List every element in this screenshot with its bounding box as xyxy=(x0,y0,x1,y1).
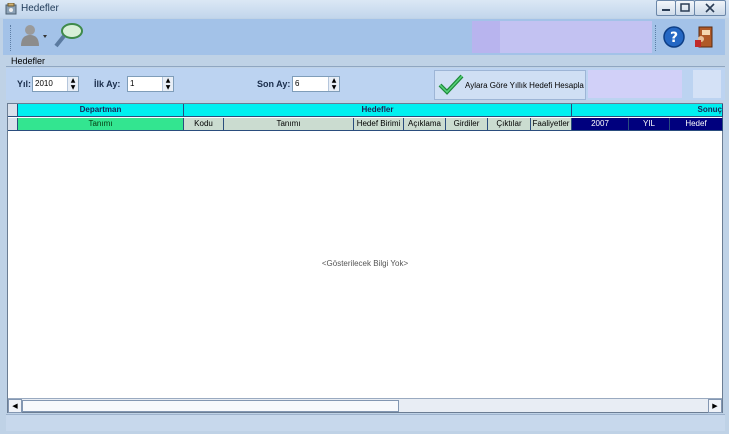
panel-divider xyxy=(6,66,725,67)
grid-band-header-row: Departman Hedefler Sonuç xyxy=(8,104,723,117)
person-dropdown-button[interactable] xyxy=(16,22,47,50)
year-spinner[interactable]: 2010 ▲ ▼ xyxy=(32,76,79,92)
col-dept-name[interactable]: Tanımı xyxy=(18,118,184,131)
filter-bar-highlight xyxy=(588,70,682,98)
col-inputs[interactable]: Girdiler xyxy=(446,118,488,131)
column-row-indicator xyxy=(8,118,18,131)
person-icon xyxy=(21,25,47,46)
close-icon xyxy=(705,3,715,13)
minimize-icon xyxy=(662,9,670,11)
col-description[interactable]: Açıklama xyxy=(404,118,446,131)
panel-label: Hedefler xyxy=(11,56,46,66)
close-button[interactable] xyxy=(694,0,726,16)
scroll-thumb[interactable] xyxy=(22,400,399,412)
calculate-yearly-target-button[interactable]: Aylara Göre Yıllık Hedefi Hesapla xyxy=(434,70,586,100)
title-bar: Hedefler xyxy=(0,0,729,18)
band-results[interactable]: Sonuç xyxy=(572,104,723,117)
toolbar-grip-right xyxy=(655,25,658,51)
checkmark-icon xyxy=(438,74,464,95)
window-title: Hedefler xyxy=(21,3,59,14)
maximize-button[interactable] xyxy=(675,0,695,16)
grid-column-header-row: Tanımı Kodu Tanımı Hedef Birimi Açıklama… xyxy=(8,118,723,131)
start-month-spinner-arrows[interactable]: ▲ ▼ xyxy=(162,77,173,91)
scroll-left-button[interactable]: ◀ xyxy=(8,399,22,413)
year-label: Yıl: xyxy=(17,79,32,89)
search-icon xyxy=(54,23,83,48)
band-targets[interactable]: Hedefler xyxy=(184,104,572,117)
scroll-right-button[interactable]: ▶ xyxy=(708,399,722,413)
maximize-icon xyxy=(680,3,690,12)
filter-bar: Yıl: 2010 ▲ ▼ İlk Ay: 1 ▲ ▼ Son Ay: 6 ▲ ▼ A… xyxy=(6,68,725,100)
exit-button[interactable] xyxy=(691,22,719,50)
toolbar-highlight-strip xyxy=(472,21,500,53)
col-year-2007[interactable]: 2007 xyxy=(572,118,629,131)
end-month-spinner[interactable]: 6 ▲ ▼ xyxy=(292,76,340,92)
horizontal-scrollbar[interactable]: ◀ ▶ xyxy=(8,398,722,413)
start-month-label: İlk Ay: xyxy=(94,79,121,89)
empty-grid-message: <Gösterilecek Bilgi Yok> xyxy=(321,259,409,268)
start-month-value: 1 xyxy=(130,79,135,88)
exit-door-icon xyxy=(695,26,713,48)
calculate-button-label: Aylara Göre Yıllık Hedefi Hesapla xyxy=(465,81,584,90)
minimize-button[interactable] xyxy=(656,0,676,16)
toolbar: ? xyxy=(3,19,725,55)
search-button[interactable] xyxy=(52,22,83,50)
end-month-value: 6 xyxy=(295,79,300,88)
end-month-spinner-arrows[interactable]: ▲ ▼ xyxy=(328,77,339,91)
band-department[interactable]: Departman xyxy=(18,104,184,117)
app-window: Hedefler ? Hedefler Yıl: 2010 ▲ ▼ İlk Ay… xyxy=(0,0,729,434)
help-icon: ? xyxy=(663,26,685,48)
toolbar-grip xyxy=(10,25,13,51)
start-month-spinner[interactable]: 1 ▲ ▼ xyxy=(127,76,174,92)
band-row-indicator xyxy=(8,104,18,117)
filter-bar-highlight-end xyxy=(693,70,721,98)
end-month-label: Son Ay: xyxy=(257,79,291,89)
col-activities[interactable]: Faaliyetler xyxy=(531,118,572,131)
svg-text:?: ? xyxy=(670,30,678,46)
col-name[interactable]: Tanımı xyxy=(224,118,354,131)
col-yil[interactable]: YIL xyxy=(629,118,670,131)
col-unit[interactable]: Hedef Birimi xyxy=(354,118,404,131)
year-value: 2010 xyxy=(35,79,53,88)
year-spinner-arrows[interactable]: ▲ ▼ xyxy=(67,77,78,91)
help-button[interactable]: ? xyxy=(661,22,689,50)
status-bar xyxy=(6,414,725,431)
targets-grid: Departman Hedefler Sonuç Tanımı Kodu Tan… xyxy=(7,103,723,413)
col-outputs[interactable]: Çıktılar xyxy=(488,118,531,131)
col-target[interactable]: Hedef xyxy=(670,118,723,131)
app-icon xyxy=(5,3,17,15)
col-code[interactable]: Kodu xyxy=(184,118,224,131)
